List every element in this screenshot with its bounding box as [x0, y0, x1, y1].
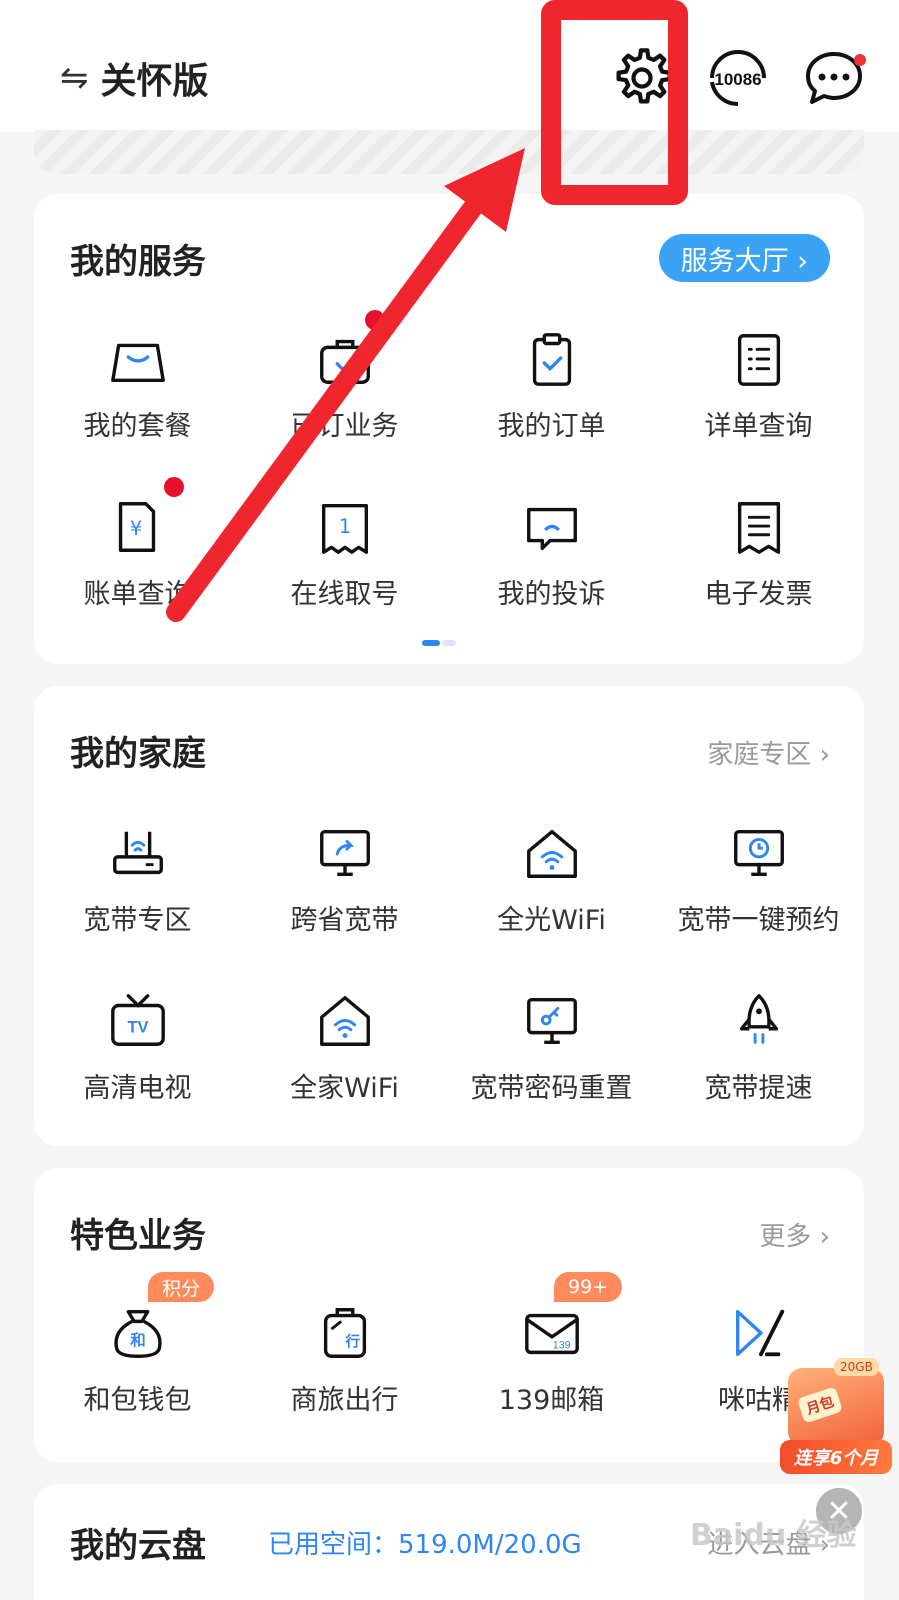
service-item-detail-query[interactable]: 详单查询 [655, 328, 862, 443]
svg-text:和: 和 [130, 1332, 146, 1350]
shopping-bag-icon [110, 343, 165, 383]
services-title: 我的服务 [70, 242, 206, 282]
page-dot [442, 640, 456, 646]
queue-ticket-icon: 1 [321, 503, 368, 554]
featured-item-139-mail[interactable]: 139 139邮箱 [448, 1302, 655, 1417]
unread-dot [854, 54, 866, 66]
featured-label: 商旅出行 [290, 1385, 399, 1416]
monitor-clock-icon [733, 829, 784, 877]
care-mode-toggle[interactable]: ⇋ 关怀版 [60, 52, 209, 104]
family-label: 跨省宽带 [290, 905, 399, 936]
swap-icon: ⇋ [60, 58, 89, 98]
service-label: 已订业务 [290, 411, 399, 442]
promo-ribbon: 连享6个月 [780, 1440, 892, 1474]
featured-more-link[interactable]: 更多 › [759, 1216, 830, 1253]
family-label: 宽带专区 [83, 905, 192, 936]
family-item-all-optical-wifi[interactable]: 全光WiFi [448, 822, 655, 937]
promo-data-tag: 20GB [834, 1358, 879, 1376]
monitor-key-icon [526, 997, 577, 1045]
my-family-card: 我的家庭 家庭专区 › 宽带专区 跨省宽带 全光WiFi 宽带一键预约 TV 高… [34, 686, 864, 1146]
invoice-icon [737, 502, 780, 554]
new-badge-dot [365, 310, 385, 330]
headset-icon: 10086 [710, 50, 766, 107]
mail-icon: 139 [524, 1313, 579, 1355]
family-title: 我的家庭 [70, 734, 206, 774]
list-document-icon [737, 334, 780, 386]
luggage-icon: 行 [323, 1308, 366, 1358]
home-wifi-icon [526, 829, 577, 878]
top-header: ⇋ 关怀版 10086 [0, 0, 899, 132]
new-badge-dot [164, 477, 184, 497]
family-label: 宽带密码重置 [470, 1073, 633, 1104]
family-item-password-reset[interactable]: 宽带密码重置 [448, 990, 655, 1105]
router-icon [112, 831, 163, 875]
monitor-share-icon [319, 829, 370, 877]
floating-promo-widget[interactable]: 20GB 月包 连享6个月 [780, 1356, 892, 1476]
family-zone-link[interactable]: 家庭专区 › [707, 734, 830, 771]
service-item-bill-query[interactable]: ¥ 账单查询 [34, 496, 241, 611]
complaint-chat-icon [526, 507, 577, 551]
service-item-queue-number[interactable]: 1 在线取号 [241, 496, 448, 611]
service-hall-button[interactable]: 服务大厅 › [658, 234, 830, 282]
family-item-one-click-booking[interactable]: 宽带一键预约 [655, 822, 862, 937]
service-label: 我的订单 [497, 411, 606, 442]
family-label: 宽带一键预约 [677, 905, 840, 936]
featured-item-hebao-wallet[interactable]: 和 和包钱包 [34, 1302, 241, 1417]
service-item-subscribed[interactable]: 已订业务 [241, 328, 448, 443]
family-item-hd-tv[interactable]: TV 高清电视 [34, 990, 241, 1105]
svg-text:行: 行 [344, 1333, 360, 1351]
service-label: 在线取号 [290, 579, 399, 610]
family-label: 高清电视 [83, 1073, 192, 1104]
featured-label: 139邮箱 [498, 1385, 605, 1416]
cloud-used-space: 已用空间：519.0M/20.0G [268, 1530, 582, 1560]
family-item-whole-home-wifi[interactable]: 全家WiFi [241, 990, 448, 1105]
unread-count-badge: 99+ [554, 1272, 623, 1302]
page-indicator [422, 640, 456, 646]
service-item-e-invoice[interactable]: 电子发票 [655, 496, 862, 611]
cloud-title: 我的云盘 [70, 1526, 206, 1566]
money-bag-icon: 和 [113, 1309, 162, 1358]
svg-text:¥: ¥ [129, 517, 141, 540]
service-label: 详单查询 [704, 411, 813, 442]
hotline-number: 10086 [714, 70, 761, 89]
family-item-broadband-zone[interactable]: 宽带专区 [34, 822, 241, 937]
service-label: 账单查询 [83, 579, 192, 610]
banner-strip [34, 130, 864, 174]
house-wifi-icon [319, 996, 370, 1046]
message-button[interactable] [800, 44, 868, 112]
service-item-complaint[interactable]: 我的投诉 [448, 496, 655, 611]
my-services-card: 我的服务 服务大厅 › 我的套餐 已订业务 我的订单 详单查询 ¥ 账单查询 1… [34, 194, 864, 664]
service-label: 我的套餐 [83, 411, 192, 442]
family-label: 全家WiFi [290, 1073, 399, 1104]
service-item-package[interactable]: 我的套餐 [34, 328, 241, 443]
watermark-text: Baidu 经验 [690, 1518, 857, 1553]
tv-icon: TV [110, 994, 165, 1046]
yuan-bill-icon: ¥ [118, 502, 155, 552]
service-item-orders[interactable]: 我的订单 [448, 328, 655, 443]
service-label: 电子发票 [704, 579, 813, 610]
family-label: 宽带提速 [704, 1073, 813, 1104]
briefcase-check-icon [319, 339, 370, 384]
rocket-icon [739, 994, 778, 1044]
points-badge: 积分 [148, 1272, 215, 1302]
svg-text:139: 139 [552, 1340, 570, 1352]
svg-text:TV: TV [127, 1019, 148, 1037]
family-label: 全光WiFi [497, 905, 606, 936]
family-item-cross-province[interactable]: 跨省宽带 [241, 822, 448, 937]
gear-icon [616, 48, 672, 104]
clipboard-check-icon [532, 333, 571, 386]
hotline-10086-button[interactable]: 10086 [704, 44, 772, 112]
migu-play-icon [735, 1309, 784, 1357]
featured-title: 特色业务 [70, 1216, 206, 1256]
care-mode-label: 关怀版 [100, 61, 209, 102]
settings-gear-icon[interactable] [608, 44, 676, 112]
featured-label: 和包钱包 [83, 1385, 192, 1416]
family-item-speed-up[interactable]: 宽带提速 [655, 990, 862, 1105]
featured-services-card: 特色业务 更多 › 和 和包钱包 行 商旅出行 139 139邮箱 咪咕精 积分… [34, 1168, 864, 1462]
featured-item-business-travel[interactable]: 行 商旅出行 [241, 1302, 448, 1417]
page-dot-active [422, 640, 440, 646]
service-label: 我的投诉 [497, 579, 606, 610]
svg-text:1: 1 [338, 515, 350, 538]
